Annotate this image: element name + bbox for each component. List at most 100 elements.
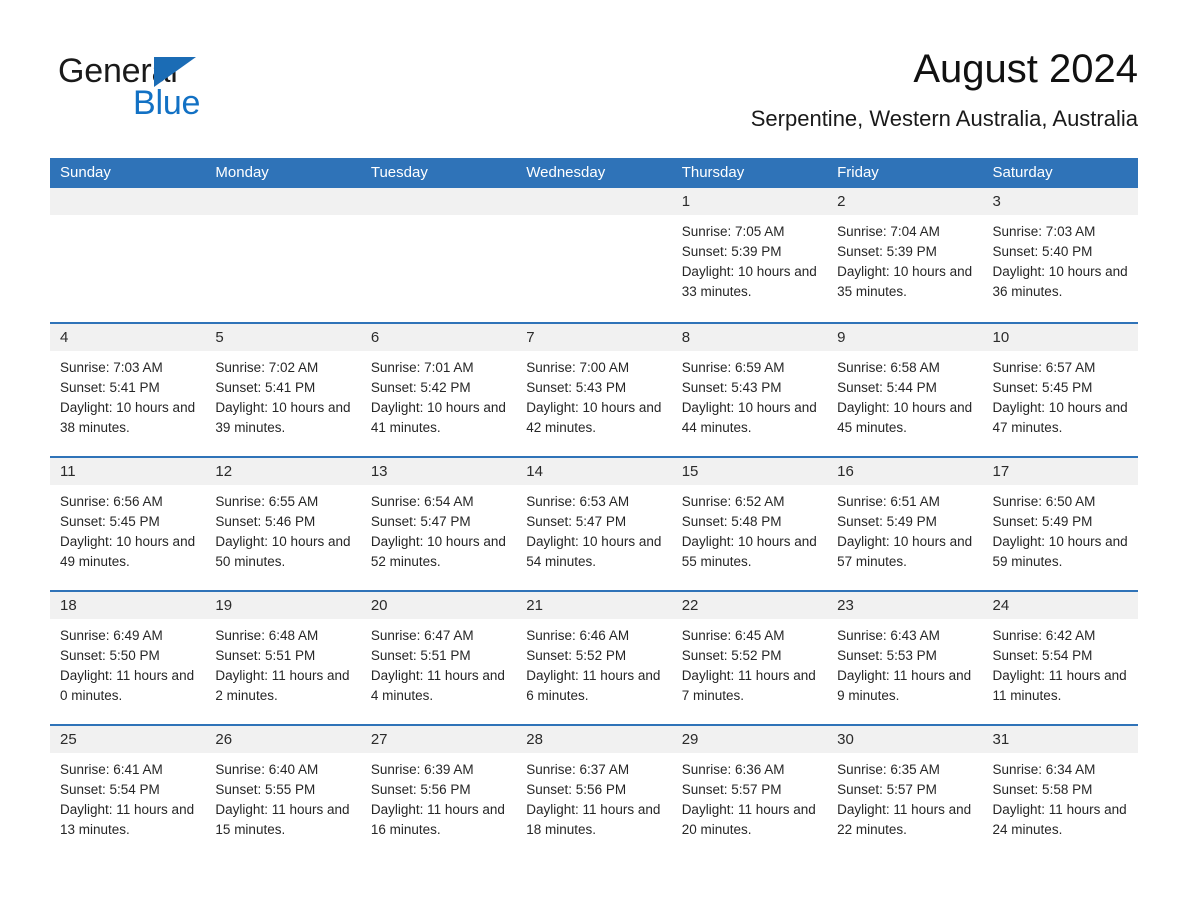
calendar-day[interactable]: 7 Sunrise: 7:00 AM Sunset: 5:43 PM Daylight… [516,322,672,456]
calendar-cell: 9 Sunrise: 6:58 AM Sunset: 5:44 PM Daylight… [827,322,983,456]
calendar-cell: 23 Sunrise: 6:43 AM Sunset: 5:53 PM Dayligh… [827,590,983,724]
daylight-text: Daylight: 10 hours and 39 minutes. [215,400,351,435]
calendar-day[interactable]: 29 Sunrise: 6:36 AM Sunset: 5:57 PM Dayligh… [671,724,828,858]
calendar-week-row: 11 Sunrise: 6:56 AM Sunset: 5:45 PM Dayligh… [50,456,1138,590]
calendar-day[interactable]: 21 Sunrise: 6:46 AM Sunset: 5:52 PM Dayligh… [516,590,672,724]
brand-logo[interactable]: General Blue [58,52,318,124]
weekday-header-wednesday: Wednesday [516,158,672,188]
daylight-text: Daylight: 10 hours and 44 minutes. [681,400,817,435]
calendar-day[interactable]: 12 Sunrise: 6:55 AM Sunset: 5:46 PM Dayligh… [205,456,361,590]
calendar-cell: 20 Sunrise: 6:47 AM Sunset: 5:51 PM Dayligh… [360,590,517,724]
calendar-day[interactable]: 9 Sunrise: 6:58 AM Sunset: 5:44 PM Daylight… [827,322,983,456]
calendar-day[interactable]: 17 Sunrise: 6:50 AM Sunset: 5:49 PM Dayligh… [982,456,1138,590]
day-details: Sunrise: 7:01 AM Sunset: 5:42 PM Daylight:… [361,351,516,438]
calendar-cell: 25 Sunrise: 6:41 AM Sunset: 5:54 PM Dayligh… [50,724,206,858]
calendar-day[interactable]: 5 Sunrise: 7:02 AM Sunset: 5:41 PM Daylight… [205,322,361,456]
daylight-text: Daylight: 10 hours and 45 minutes. [837,400,973,435]
sunset-text: Sunset: 5:51 PM [370,648,471,663]
daylight-text: Daylight: 10 hours and 52 minutes. [370,534,506,569]
calendar-day[interactable]: 6 Sunrise: 7:01 AM Sunset: 5:42 PM Daylight… [360,322,517,456]
weekday-header-row: Sunday Monday Tuesday Wednesday Thursday… [50,158,1138,188]
calendar-cell: 21 Sunrise: 6:46 AM Sunset: 5:52 PM Dayligh… [516,590,672,724]
calendar-day[interactable]: 14 Sunrise: 6:53 AM Sunset: 5:47 PM Dayligh… [516,456,672,590]
day-details: Sunrise: 6:50 AM Sunset: 5:49 PM Daylight:… [983,485,1138,572]
sunset-text: Sunset: 5:48 PM [681,514,782,529]
calendar-body: 1 Sunrise: 7:05 AM Sunset: 5:39 PM Daylight… [50,188,1138,858]
sunrise-text: Sunrise: 7:02 AM [215,360,319,375]
sunset-text: Sunset: 5:49 PM [992,514,1093,529]
day-number [360,188,517,215]
calendar-cell: 10 Sunrise: 6:57 AM Sunset: 5:45 PM Dayligh… [982,322,1138,456]
calendar-day[interactable]: 18 Sunrise: 6:49 AM Sunset: 5:50 PM Dayligh… [50,590,206,724]
day-number: 19 [205,592,361,619]
day-details: Sunrise: 6:49 AM Sunset: 5:50 PM Daylight:… [50,619,205,706]
calendar-cell [516,188,672,322]
calendar-day[interactable]: 31 Sunrise: 6:34 AM Sunset: 5:58 PM Dayligh… [982,724,1138,858]
calendar-page: General Blue August 2024 Serpentine, Wes… [0,0,1188,918]
calendar-day[interactable]: 16 Sunrise: 6:51 AM Sunset: 5:49 PM Dayligh… [827,456,983,590]
calendar-cell: 6 Sunrise: 7:01 AM Sunset: 5:42 PM Daylight… [360,322,517,456]
daylight-text: Daylight: 10 hours and 54 minutes. [526,534,662,569]
calendar-head: Sunday Monday Tuesday Wednesday Thursday… [50,158,1138,188]
calendar-day[interactable]: 13 Sunrise: 6:54 AM Sunset: 5:47 PM Dayligh… [360,456,517,590]
calendar-week-row: 4 Sunrise: 7:03 AM Sunset: 5:41 PM Daylight… [50,322,1138,456]
day-details: Sunrise: 6:52 AM Sunset: 5:48 PM Daylight:… [672,485,827,572]
sunset-text: Sunset: 5:49 PM [837,514,937,529]
calendar-day[interactable]: 8 Sunrise: 6:59 AM Sunset: 5:43 PM Daylight… [671,322,828,456]
sunrise-text: Sunrise: 6:57 AM [992,360,1096,375]
calendar-day[interactable]: 23 Sunrise: 6:43 AM Sunset: 5:53 PM Dayligh… [827,590,983,724]
day-number: 21 [516,592,672,619]
calendar-day[interactable]: 10 Sunrise: 6:57 AM Sunset: 5:45 PM Dayligh… [982,322,1138,456]
calendar-day-empty [50,188,206,322]
calendar-day[interactable]: 4 Sunrise: 7:03 AM Sunset: 5:41 PM Daylight… [50,322,206,456]
day-number: 6 [360,324,517,351]
calendar-day[interactable]: 20 Sunrise: 6:47 AM Sunset: 5:51 PM Dayligh… [360,590,517,724]
calendar-day[interactable]: 3 Sunrise: 7:03 AM Sunset: 5:40 PM Daylight… [982,188,1138,322]
calendar-day[interactable]: 19 Sunrise: 6:48 AM Sunset: 5:51 PM Dayligh… [205,590,361,724]
calendar-day[interactable]: 27 Sunrise: 6:39 AM Sunset: 5:56 PM Dayligh… [360,724,517,858]
calendar-cell: 5 Sunrise: 7:02 AM Sunset: 5:41 PM Daylight… [205,322,361,456]
calendar-day[interactable]: 26 Sunrise: 6:40 AM Sunset: 5:55 PM Dayligh… [205,724,361,858]
calendar-cell: 17 Sunrise: 6:50 AM Sunset: 5:49 PM Dayligh… [982,456,1138,590]
calendar-day[interactable]: 2 Sunrise: 7:04 AM Sunset: 5:39 PM Daylight… [827,188,983,322]
weekday-header-monday: Monday [205,158,361,188]
day-number [516,188,672,215]
page-title: August 2024 [913,47,1138,91]
page-header: General Blue August 2024 Serpentine, Wes… [0,0,1188,152]
sunset-text: Sunset: 5:55 PM [215,782,316,797]
day-number: 16 [827,458,983,485]
day-details: Sunrise: 7:03 AM Sunset: 5:41 PM Daylight:… [50,351,205,438]
calendar-day[interactable]: 25 Sunrise: 6:41 AM Sunset: 5:54 PM Dayligh… [50,724,206,858]
calendar-cell: 14 Sunrise: 6:53 AM Sunset: 5:47 PM Dayligh… [516,456,672,590]
calendar-cell: 2 Sunrise: 7:04 AM Sunset: 5:39 PM Daylight… [827,188,983,322]
calendar-cell [205,188,361,322]
daylight-text: Daylight: 10 hours and 38 minutes. [60,400,196,435]
sunrise-text: Sunrise: 6:37 AM [526,762,630,777]
sunset-text: Sunset: 5:54 PM [992,648,1093,663]
calendar-day[interactable]: 30 Sunrise: 6:35 AM Sunset: 5:57 PM Dayligh… [827,724,983,858]
calendar-day[interactable]: 1 Sunrise: 7:05 AM Sunset: 5:39 PM Daylight… [671,188,828,322]
sunset-text: Sunset: 5:57 PM [837,782,937,797]
calendar-day[interactable]: 15 Sunrise: 6:52 AM Sunset: 5:48 PM Dayligh… [671,456,828,590]
sunrise-text: Sunrise: 6:49 AM [60,628,163,643]
sunrise-text: Sunrise: 6:42 AM [992,628,1096,643]
daylight-text: Daylight: 10 hours and 57 minutes. [837,534,973,569]
day-number: 25 [50,726,206,753]
sunset-text: Sunset: 5:47 PM [526,514,627,529]
calendar-cell: 29 Sunrise: 6:36 AM Sunset: 5:57 PM Dayligh… [671,724,828,858]
day-details: Sunrise: 6:46 AM Sunset: 5:52 PM Daylight:… [516,619,671,706]
calendar-table: Sunday Monday Tuesday Wednesday Thursday… [50,158,1138,858]
day-details: Sunrise: 6:51 AM Sunset: 5:49 PM Daylight:… [827,485,982,572]
calendar-day[interactable]: 28 Sunrise: 6:37 AM Sunset: 5:56 PM Dayligh… [516,724,672,858]
calendar-cell: 18 Sunrise: 6:49 AM Sunset: 5:50 PM Dayligh… [50,590,206,724]
calendar-day[interactable]: 11 Sunrise: 6:56 AM Sunset: 5:45 PM Dayligh… [50,456,206,590]
sunset-text: Sunset: 5:58 PM [992,782,1093,797]
calendar-cell: 28 Sunrise: 6:37 AM Sunset: 5:56 PM Dayligh… [516,724,672,858]
calendar-cell: 15 Sunrise: 6:52 AM Sunset: 5:48 PM Dayligh… [671,456,828,590]
calendar-day[interactable]: 24 Sunrise: 6:42 AM Sunset: 5:54 PM Dayligh… [982,590,1138,724]
sunrise-text: Sunrise: 6:54 AM [370,494,474,509]
day-number: 17 [982,458,1138,485]
daylight-text: Daylight: 11 hours and 18 minutes. [526,802,661,837]
calendar-week-row: 25 Sunrise: 6:41 AM Sunset: 5:54 PM Dayligh… [50,724,1138,858]
calendar-day[interactable]: 22 Sunrise: 6:45 AM Sunset: 5:52 PM Dayligh… [671,590,828,724]
